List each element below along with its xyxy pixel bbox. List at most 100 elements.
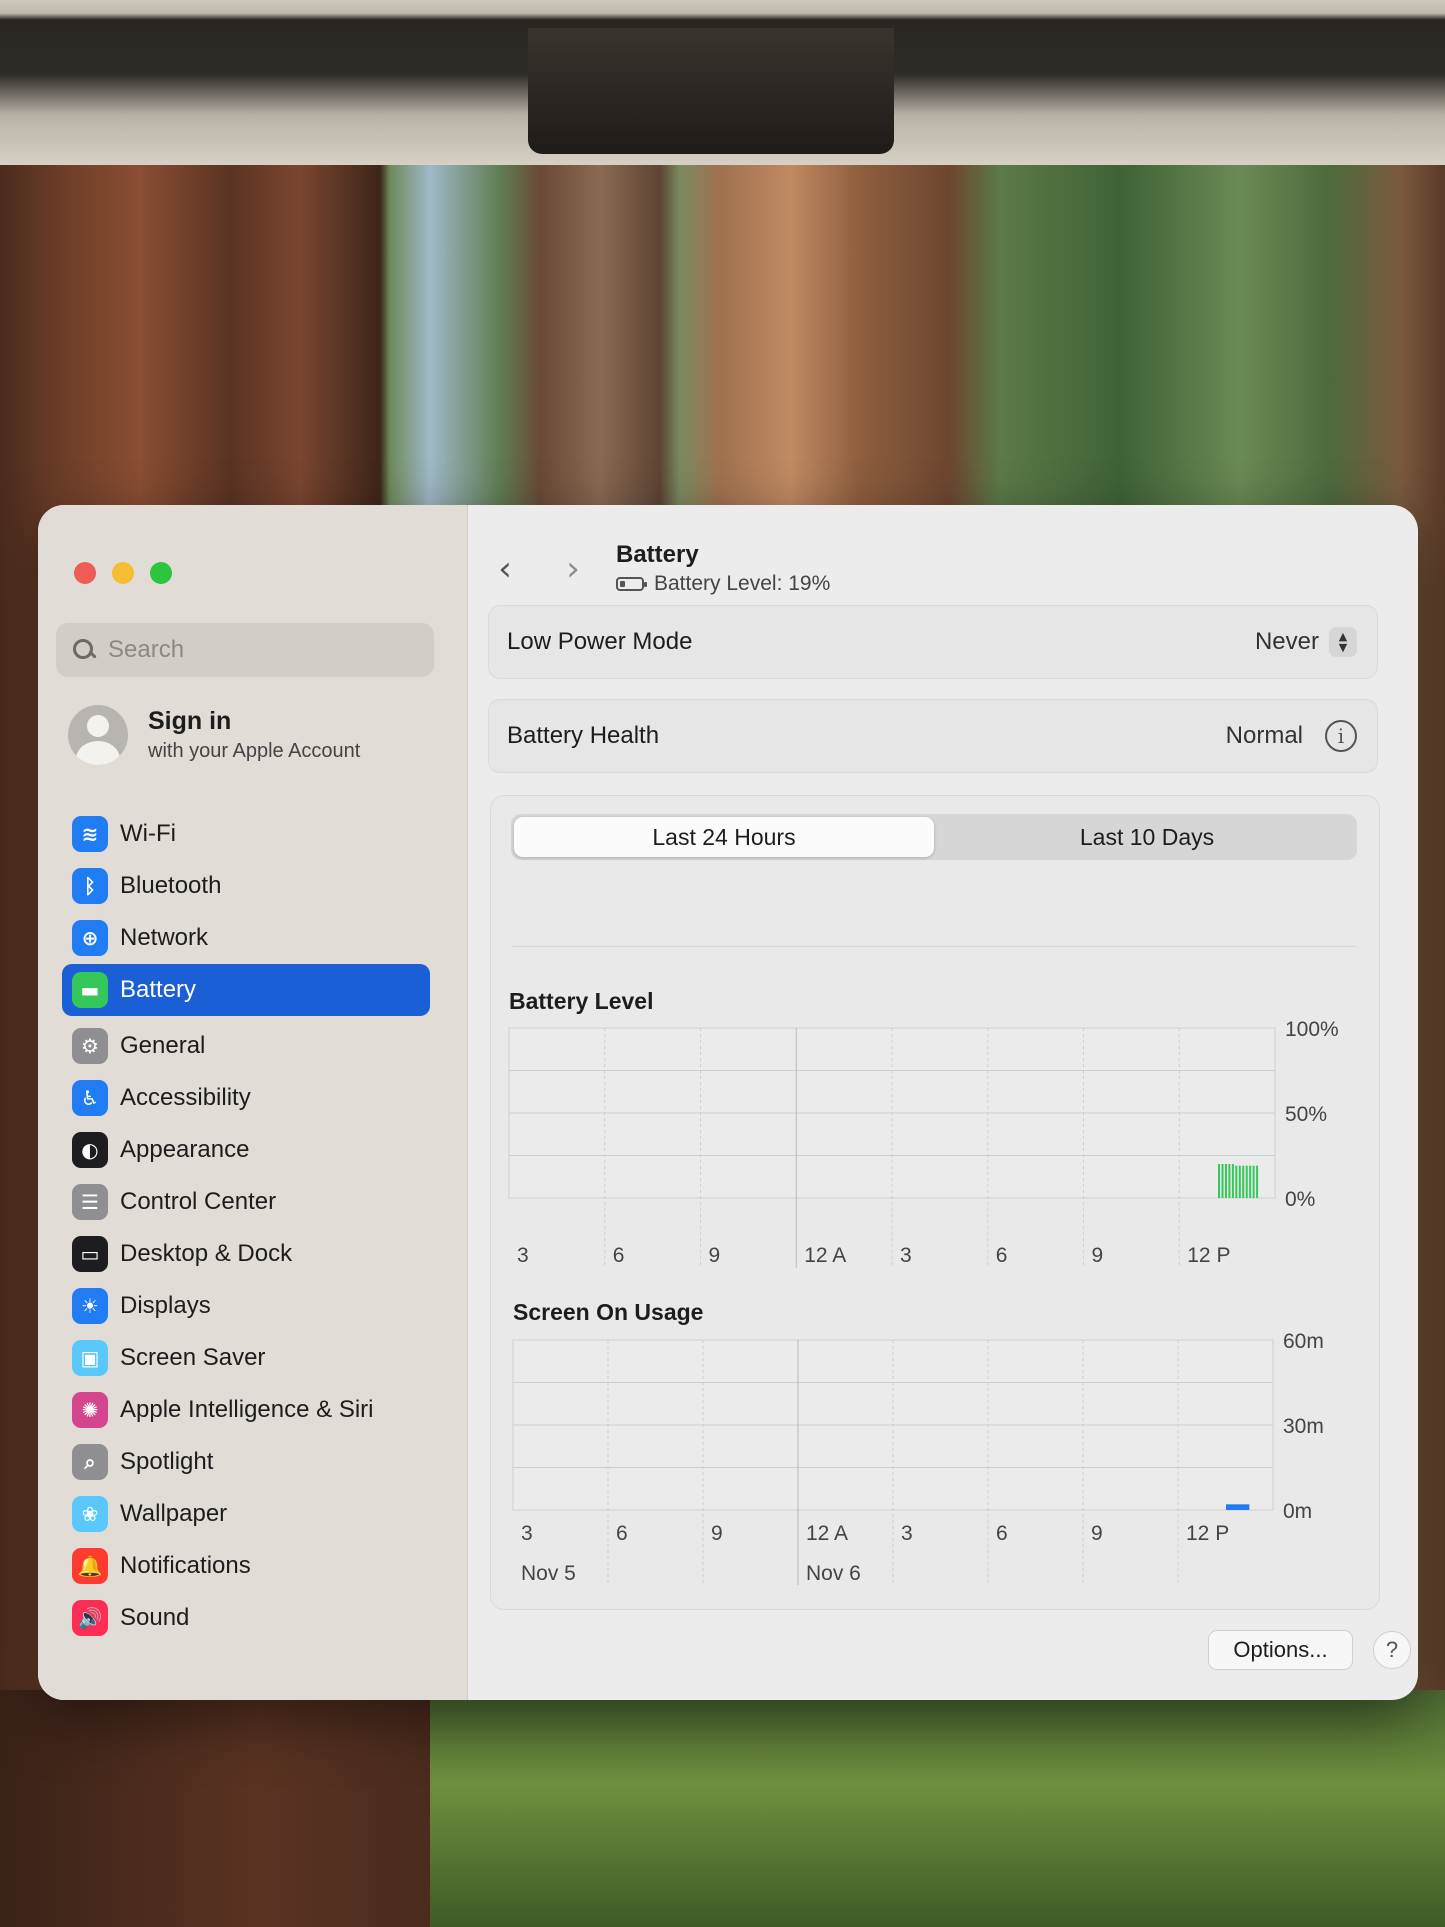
sidebar-item-appearance[interactable]: ◐ Appearance xyxy=(62,1124,430,1176)
siri-icon: ✺ xyxy=(72,1392,108,1428)
sign-in-account[interactable]: Sign in with your Apple Account xyxy=(68,705,360,765)
x-tick-label: 9 xyxy=(1091,1522,1103,1545)
data-bar xyxy=(1235,1165,1238,1198)
data-bar xyxy=(1238,1165,1241,1198)
wifi-icon: ≋ xyxy=(72,816,108,852)
sidebar-item-label: Battery xyxy=(120,976,197,1003)
battery-icon: ▬ xyxy=(72,972,108,1008)
low-power-mode-row: Low Power Mode Never ▲ ▼ xyxy=(488,605,1378,679)
low-power-mode-popup[interactable]: Never ▲ ▼ xyxy=(1255,627,1357,657)
notifications-bell-icon: 🔔 xyxy=(72,1548,108,1584)
x-tick-label: 12 A xyxy=(804,1244,846,1267)
date-label: Nov 5 xyxy=(521,1562,576,1585)
battery-level-chart: 100% 50% 0% 3 6 9 12 A 3 6 9 12 P xyxy=(508,1018,1339,1268)
data-bar xyxy=(1249,1165,1252,1198)
sidebar-item-label: Desktop & Dock xyxy=(120,1240,293,1267)
tab-last-10-days[interactable]: Last 10 Days xyxy=(937,814,1357,860)
sign-in-title: Sign in xyxy=(148,707,232,735)
info-icon[interactable]: i xyxy=(1325,720,1357,752)
date-label: Nov 6 xyxy=(806,1562,861,1585)
data-bar xyxy=(1256,1165,1259,1198)
sidebar-item-label: Notifications xyxy=(120,1552,251,1579)
x-tick-label: 12 P xyxy=(1186,1522,1229,1545)
sidebar-item-label: Appearance xyxy=(120,1136,250,1163)
sidebar-item-battery[interactable]: ▬ Battery xyxy=(62,964,430,1016)
sidebar-item-wallpaper[interactable]: ❀ Wallpaper xyxy=(62,1488,430,1540)
panel-divider xyxy=(511,946,1357,947)
sidebar-item-apple-intelligence-siri[interactable]: ✺ Apple Intelligence & Siri xyxy=(62,1384,430,1436)
battery-health-value-group: Normal i xyxy=(1226,720,1357,752)
sign-in-subtitle: with your Apple Account xyxy=(148,740,361,762)
battery-health-row: Battery Health Normal i xyxy=(488,699,1378,773)
camera-notch xyxy=(528,28,894,154)
x-tick-label: 12 A xyxy=(806,1522,848,1545)
y-tick-label: 0% xyxy=(1285,1188,1315,1211)
page-title: Battery xyxy=(616,541,699,568)
battery-health-label: Battery Health xyxy=(507,722,660,749)
sidebar-item-label: Control Center xyxy=(120,1188,277,1215)
zoom-window-button[interactable] xyxy=(150,562,172,584)
sidebar-item-screen-saver[interactable]: ▣ Screen Saver xyxy=(62,1332,430,1384)
forward-chevron-icon[interactable]: › xyxy=(558,551,588,587)
system-settings-window: Sign in with your Apple Account ≋Wi-FiᛒB… xyxy=(38,505,1418,1700)
sidebar-item-wi-fi[interactable]: ≋ Wi-Fi xyxy=(62,808,430,860)
spotlight-icon: ⌕ xyxy=(72,1444,108,1480)
sidebar-item-accessibility[interactable]: ♿ Accessibility xyxy=(62,1072,430,1124)
search-input[interactable] xyxy=(108,636,408,664)
sidebar-item-label: Sound xyxy=(120,1604,190,1631)
close-window-button[interactable] xyxy=(74,562,96,584)
low-power-mode-value: Never xyxy=(1254,628,1319,655)
sidebar-item-bluetooth[interactable]: ᛒ Bluetooth xyxy=(62,860,430,912)
battery-level-chart-title: Battery Level xyxy=(509,988,654,1014)
x-tick-label: 3 xyxy=(900,1244,912,1267)
gear-icon: ⚙ xyxy=(72,1028,108,1064)
popup-chevrons-icon: ▲ ▼ xyxy=(1329,627,1357,657)
bluetooth-icon: ᛒ xyxy=(72,868,108,904)
data-bar xyxy=(1242,1165,1245,1198)
sidebar-item-label: Bluetooth xyxy=(120,872,222,899)
sidebar-item-general[interactable]: ⚙ General xyxy=(62,1020,430,1072)
x-tick-label: 6 xyxy=(616,1522,628,1545)
screen-on-usage-chart: 60m 30m 0m 3 6 9 12 A 3 6 9 12 P Nov 5 Nov 6 xyxy=(512,1330,1324,1585)
control-center-icon: ☰ xyxy=(72,1184,108,1220)
data-bar xyxy=(1231,1164,1234,1198)
x-tick-label: 9 xyxy=(711,1522,723,1545)
battery-low-icon xyxy=(616,577,647,591)
sidebar-group-system: ⚙ General ♿ Accessibility ◐ Appearance ☰ Contro… xyxy=(62,1020,430,1540)
network-globe-icon: ⊕ xyxy=(72,920,108,956)
x-tick-label: 3 xyxy=(517,1244,529,1267)
sidebar-item-label: Wi-Fi xyxy=(120,820,176,847)
sidebar-item-control-center[interactable]: ☰ Control Center xyxy=(62,1176,430,1228)
sidebar-group-connectivity: ≋ Wi-Fi ᛒ Bluetooth ⊕ Network ▬ Battery xyxy=(62,808,430,1016)
sidebar-item-sound[interactable]: 🔊 Sound xyxy=(62,1592,430,1644)
options-button[interactable]: Options... xyxy=(1208,1630,1353,1670)
x-tick-label: 9 xyxy=(1092,1244,1104,1267)
data-bar xyxy=(1224,1164,1227,1198)
y-tick-label: 30m xyxy=(1283,1415,1324,1438)
sidebar-item-label: Accessibility xyxy=(120,1084,251,1111)
sidebar: Sign in with your Apple Account ≋Wi-FiᛒB… xyxy=(38,505,468,1700)
data-bar xyxy=(1245,1165,1248,1198)
sidebar-item-spotlight[interactable]: ⌕ Spotlight xyxy=(62,1436,430,1488)
back-chevron-icon[interactable]: ‹ xyxy=(490,551,520,587)
sidebar-item-network[interactable]: ⊕ Network xyxy=(62,912,430,964)
help-button[interactable]: ? xyxy=(1373,1631,1411,1669)
battery-level-subtitle: Battery Level: 19% xyxy=(616,572,830,596)
avatar-icon xyxy=(68,705,128,765)
sidebar-group-alerts: 🔔 Notifications 🔊 Sound xyxy=(62,1540,430,1644)
search-field[interactable] xyxy=(56,623,434,677)
sidebar-item-desktop-dock[interactable]: ▭ Desktop & Dock xyxy=(62,1228,430,1280)
low-power-mode-label: Low Power Mode xyxy=(507,628,693,655)
data-bar xyxy=(1221,1164,1224,1198)
tab-last-24-hours[interactable]: Last 24 Hours xyxy=(514,817,934,857)
x-tick-label: 6 xyxy=(996,1244,1008,1267)
wallpaper-tree-trunk xyxy=(0,1690,430,1927)
sidebar-item-displays[interactable]: ☀ Displays xyxy=(62,1280,430,1332)
sidebar-item-notifications[interactable]: 🔔 Notifications xyxy=(62,1540,430,1592)
x-tick-label: 9 xyxy=(709,1244,721,1267)
sidebar-item-label: Network xyxy=(120,924,209,951)
x-tick-label: 3 xyxy=(901,1522,913,1545)
accessibility-icon: ♿ xyxy=(72,1080,108,1116)
wallpaper-icon: ❀ xyxy=(72,1496,108,1532)
minimize-window-button[interactable] xyxy=(112,562,134,584)
